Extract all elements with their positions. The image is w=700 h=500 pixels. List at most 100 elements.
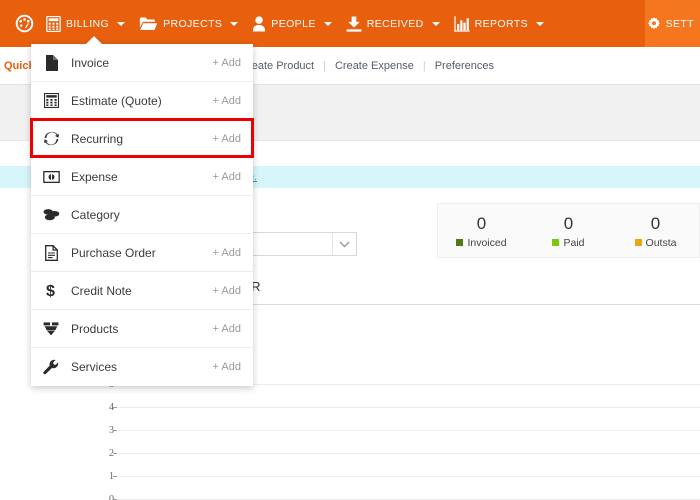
stat-label-text: Outsta (645, 236, 677, 249)
nav-item-label: REPORTS (474, 17, 528, 30)
dropdown-pointer-arrow (85, 36, 103, 45)
menu-item-expense[interactable]: Expense + Add (31, 158, 253, 196)
chevron-down-icon (230, 21, 239, 26)
gear-icon (647, 16, 661, 31)
menu-item-add-link[interactable]: + Add (213, 361, 241, 373)
person-icon (252, 15, 266, 32)
chart-ytick-label: 4 (109, 402, 114, 413)
chevron-down-icon (431, 21, 440, 26)
chart-gridline (118, 430, 700, 431)
menu-item-invoice[interactable]: Invoice + Add (31, 44, 253, 82)
top-navigation-bar: BILLING PROJECTS PEOPLE RECEIVED REPORTS… (0, 0, 700, 47)
calculator-icon (46, 15, 61, 32)
stat-value: 0 (476, 213, 487, 233)
menu-item-products[interactable]: Products + Add (31, 310, 253, 348)
menu-item-label: Invoice (71, 55, 110, 70)
menu-item-add-link[interactable]: + Add (213, 57, 241, 69)
menu-item-label: Services (71, 360, 118, 374)
menu-item-estimate-quote[interactable]: Estimate (Quote) + Add (30, 82, 254, 158)
stat-label: Outsta (612, 237, 699, 249)
menu-item-add-link[interactable]: + Add (213, 323, 241, 335)
refresh-cycle-icon (31, 131, 71, 146)
menu-item-label: Expense (71, 169, 118, 184)
stat-label-text: Invoiced (467, 236, 507, 249)
nav-item-people[interactable]: PEOPLE (245, 0, 338, 47)
menu-item-label: Purchase Order (71, 245, 156, 260)
menu-item-label: Products (71, 321, 119, 336)
box-open-icon (31, 321, 71, 336)
stat-value: 0 (563, 213, 574, 233)
menu-item-add-link[interactable]: + Add (213, 133, 241, 145)
menu-item-purchase-order[interactable]: Purchase Order + Add (31, 234, 253, 272)
menu-item-category[interactable]: Category (31, 196, 253, 234)
nav-item-dashboard[interactable] (6, 0, 39, 47)
chart-ytick-label: 3 (109, 425, 114, 436)
nav-item-label: SETT (665, 17, 694, 30)
calculator-icon (31, 93, 71, 108)
dollar-sign-icon: $ (31, 282, 71, 299)
stat-label-text: Paid (563, 236, 585, 249)
summary-stats-panel: 0 Invoiced 0 Paid 0 Outsta (437, 203, 700, 258)
coins-stack-icon (31, 208, 71, 221)
nav-item-projects[interactable]: PROJECTS (132, 0, 245, 47)
chart-ytick-mark (113, 430, 117, 431)
svg-text:$: $ (46, 283, 55, 299)
menu-item-services[interactable]: Services + Add (31, 348, 253, 386)
menu-item-label: Category (71, 207, 120, 222)
chart-ytick-label: 2 (109, 448, 114, 459)
money-bill-icon (31, 170, 71, 183)
menu-item-add-link[interactable]: + Add (213, 171, 241, 183)
menu-item-credit-note[interactable]: $ Credit Note + Add (31, 272, 253, 310)
nav-item-received[interactable]: RECEIVED (339, 0, 447, 47)
document-icon (31, 54, 71, 71)
nav-item-label: PROJECTS (163, 17, 223, 30)
nav-item-label: PEOPLE (271, 17, 316, 30)
menu-item-add-link[interactable]: + Add (213, 95, 241, 107)
currency-tabs: USD ZAR (185, 279, 700, 304)
nav-items: BILLING PROJECTS PEOPLE RECEIVED REPORTS (0, 0, 551, 47)
app-root: ce. 0 Invoiced 0 Paid 0 (0, 0, 700, 500)
chart-plot-area (118, 384, 700, 500)
download-icon (346, 16, 362, 32)
stat-tile-paid: 0 Paid (525, 213, 612, 249)
chart-ytick-label: 1 (109, 471, 114, 482)
stat-label: Invoiced (438, 237, 525, 249)
stat-tile-outstanding: 0 Outsta (612, 213, 699, 249)
quick-links-label: Quick (4, 59, 35, 72)
chart-ytick-label: 0 (109, 494, 114, 500)
wrench-icon (31, 359, 71, 375)
menu-item-add-link[interactable]: + Add (213, 285, 241, 297)
chart-gridline (118, 407, 700, 408)
legend-swatch-outstanding (634, 239, 642, 246)
chart-gridline (118, 476, 700, 477)
nav-item-label: BILLING (66, 17, 110, 30)
billing-dropdown-menu: Invoice + Add Estimate (Quote) + Add Rec… (30, 44, 254, 386)
menu-item-label: Estimate (Quote) (71, 93, 162, 108)
menu-item-label: Recurring (71, 131, 124, 146)
chart-ytick-mark (113, 453, 117, 454)
menu-item-add-link[interactable]: + Add (213, 247, 241, 259)
chevron-down-icon (323, 21, 332, 26)
legend-swatch-invoiced (456, 239, 464, 246)
stat-tile-invoiced: 0 Invoiced (438, 213, 525, 249)
stat-value: 0 (650, 213, 661, 233)
legend-swatch-paid (552, 239, 560, 246)
nav-item-label: RECEIVED (366, 17, 424, 30)
chart-gridline (118, 453, 700, 454)
stat-label: Paid (525, 237, 612, 249)
chart-ytick-mark (113, 476, 117, 477)
chevron-down-icon[interactable] (332, 233, 356, 255)
document-list-icon (31, 244, 71, 261)
menu-item-label: Credit Note (71, 283, 132, 298)
chevron-down-icon (117, 21, 126, 26)
bar-chart-icon (453, 15, 470, 32)
chevron-down-icon (535, 21, 544, 26)
quick-link-create-expense[interactable]: Create Expense (326, 60, 423, 72)
quick-link-preferences[interactable]: Preferences (426, 60, 503, 72)
nav-item-settings[interactable]: SETT (637, 0, 700, 47)
nav-item-reports[interactable]: REPORTS (447, 0, 551, 47)
menu-item-recurring[interactable]: Recurring + Add (31, 120, 253, 158)
folder-open-icon (139, 16, 158, 31)
dashboard-gauge-icon (14, 13, 35, 34)
chart-ytick-mark (113, 407, 117, 408)
